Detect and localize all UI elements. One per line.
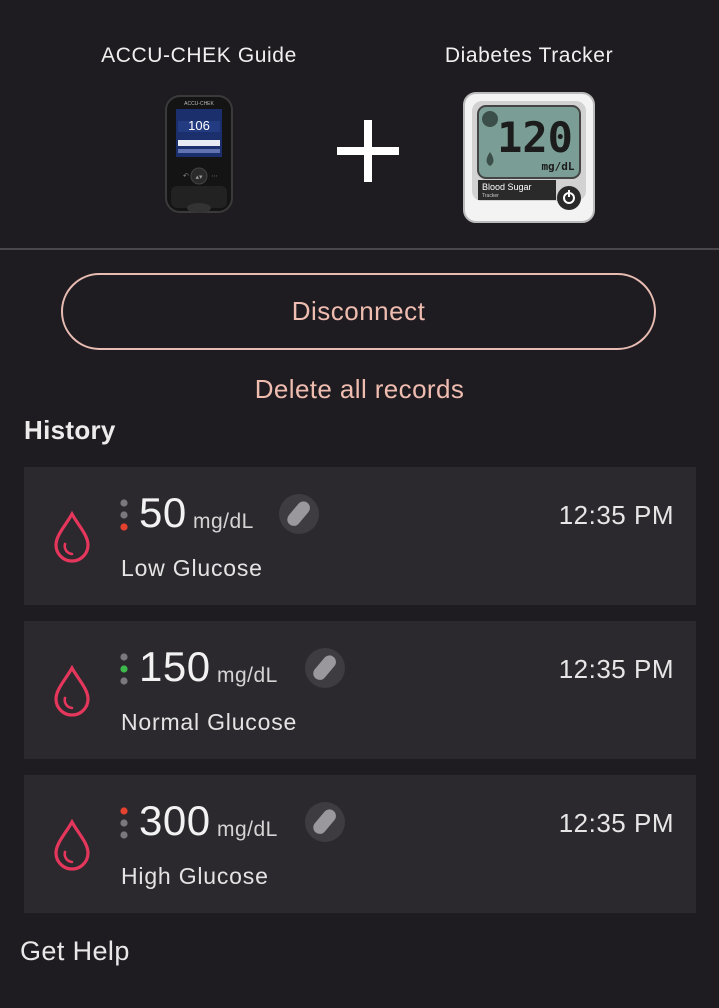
glucose-level-indicator <box>120 653 128 685</box>
section-divider <box>0 248 719 250</box>
plus-icon <box>337 120 399 182</box>
glucose-value: 150 <box>139 643 211 690</box>
pill-icon[interactable] <box>304 801 346 843</box>
svg-text:▴▾: ▴▾ <box>195 173 203 181</box>
history-record-normal[interactable]: 150 mg/dL Normal Glucose 12:35 PM <box>24 621 696 759</box>
delete-all-records-link[interactable]: Delete all records <box>0 374 719 405</box>
glucose-status-label: Normal Glucose <box>121 709 298 735</box>
tracker-caption-sub: Tracker <box>482 193 499 199</box>
tracker-app-icon: 120 mg/dL Blood Sugar Tracker <box>463 92 595 223</box>
history-heading: History <box>24 415 116 445</box>
tracker-app-title: Diabetes Tracker <box>444 44 614 67</box>
blood-drop-icon <box>54 511 90 563</box>
history-record-low[interactable]: 50 mg/dL Low Glucose 12:35 PM <box>24 467 696 605</box>
record-time: 12:35 PM <box>558 654 674 684</box>
glucose-status-label: Low Glucose <box>121 555 263 581</box>
record-time: 12:35 PM <box>558 500 674 530</box>
glucose-level-indicator <box>120 499 128 531</box>
glucose-unit: mg/dL <box>217 818 278 841</box>
tracker-reading: 120 <box>497 113 573 162</box>
pill-icon[interactable] <box>304 647 346 689</box>
meter-reading: 106 <box>188 118 210 133</box>
record-time: 12:35 PM <box>558 808 674 838</box>
blood-drop-icon <box>54 819 90 871</box>
svg-text:↶: ↶ <box>183 172 189 180</box>
history-record-high[interactable]: 300 mg/dL High Glucose 12:35 PM <box>24 775 696 913</box>
svg-text:ACCU-CHEK: ACCU-CHEK <box>184 101 214 107</box>
glucose-status-label: High Glucose <box>121 863 269 889</box>
tracker-caption: Blood Sugar <box>482 182 532 192</box>
disconnect-button[interactable]: Disconnect <box>61 273 656 350</box>
tracker-unit: mg/dL <box>541 160 574 173</box>
get-help-link[interactable]: Get Help <box>20 936 130 967</box>
glucose-value: 300 <box>139 797 211 844</box>
blood-drop-icon <box>54 665 90 717</box>
glucose-unit: mg/dL <box>193 510 254 533</box>
svg-text:⋯: ⋯ <box>211 172 218 180</box>
glucose-level-indicator <box>120 807 128 839</box>
glucose-meter-title: ACCU-CHEK Guide <box>101 44 297 67</box>
pill-icon[interactable] <box>278 493 320 535</box>
glucose-value: 50 <box>139 489 187 536</box>
glucose-unit: mg/dL <box>217 664 278 687</box>
app-screen: ACCU-CHEK Guide Diabetes Tracker ACCU-CH… <box>0 0 719 1008</box>
glucose-meter-image: ACCU-CHEK 106 ▴▾ ↶ ⋯ <box>165 95 233 213</box>
